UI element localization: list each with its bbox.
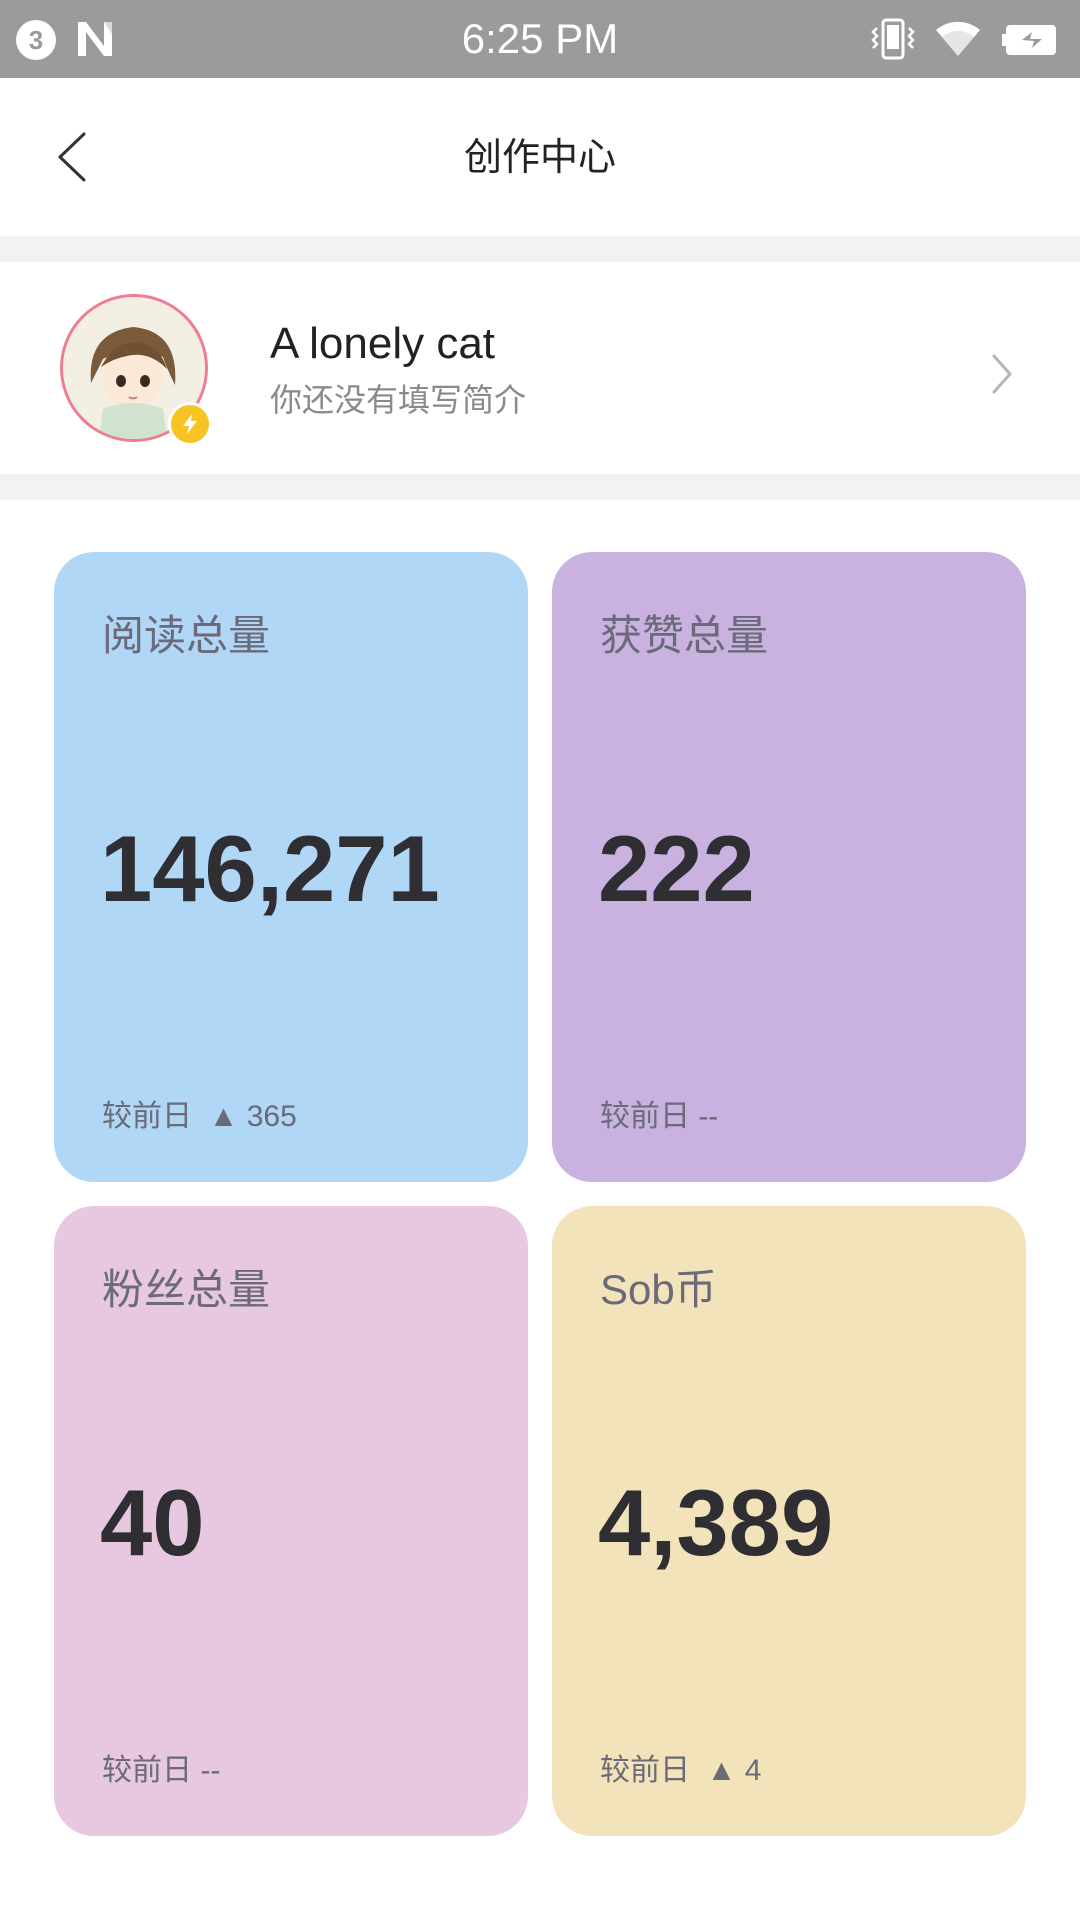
profile-name: A lonely cat <box>270 319 496 368</box>
page-title: 创作中心 <box>463 137 616 179</box>
stat-title: 阅读总量 <box>102 612 271 659</box>
stat-value: 146,271 <box>100 816 440 921</box>
stat-delta: 较前日 -- <box>600 1100 719 1133</box>
profile-bio: 你还没有填写简介 <box>270 382 527 418</box>
stat-delta: 较前日 -- <box>102 1754 221 1787</box>
stat-title: Sob币 <box>600 1266 717 1313</box>
stat-card-fans[interactable]: 粉丝总量 40 较前日 -- <box>54 1206 528 1836</box>
lightning-icon <box>183 414 197 434</box>
verified-badge <box>168 402 212 446</box>
stat-delta: 较前日 ▲ 365 <box>102 1100 297 1133</box>
stat-value: 222 <box>598 816 755 921</box>
stat-card-likes[interactable]: 获赞总量 222 较前日 -- <box>552 552 1026 1182</box>
section-divider <box>0 474 1080 500</box>
app-bar: 创作中心 <box>0 78 1080 236</box>
section-divider <box>0 236 1080 262</box>
stat-card-sob-coins[interactable]: Sob币 4,389 较前日 ▲ 4 <box>552 1206 1026 1836</box>
stat-value: 40 <box>100 1470 205 1575</box>
wifi-icon <box>936 21 980 56</box>
profile-row[interactable]: A lonely cat 你还没有填写简介 <box>0 262 1080 474</box>
chevron-right-icon[interactable] <box>982 346 1022 402</box>
vibrate-icon <box>871 18 915 60</box>
battery-charging-icon <box>1002 25 1056 55</box>
status-time: 6:25 PM <box>461 15 619 62</box>
status-bar: 3 6:25 PM <box>0 0 1080 78</box>
stat-title: 获赞总量 <box>600 612 769 659</box>
stat-value: 4,389 <box>598 1470 834 1575</box>
stat-title: 粉丝总量 <box>102 1266 271 1313</box>
stat-delta: 较前日 ▲ 4 <box>600 1754 762 1787</box>
stat-card-reads[interactable]: 阅读总量 146,271 较前日 ▲ 365 <box>54 552 528 1182</box>
